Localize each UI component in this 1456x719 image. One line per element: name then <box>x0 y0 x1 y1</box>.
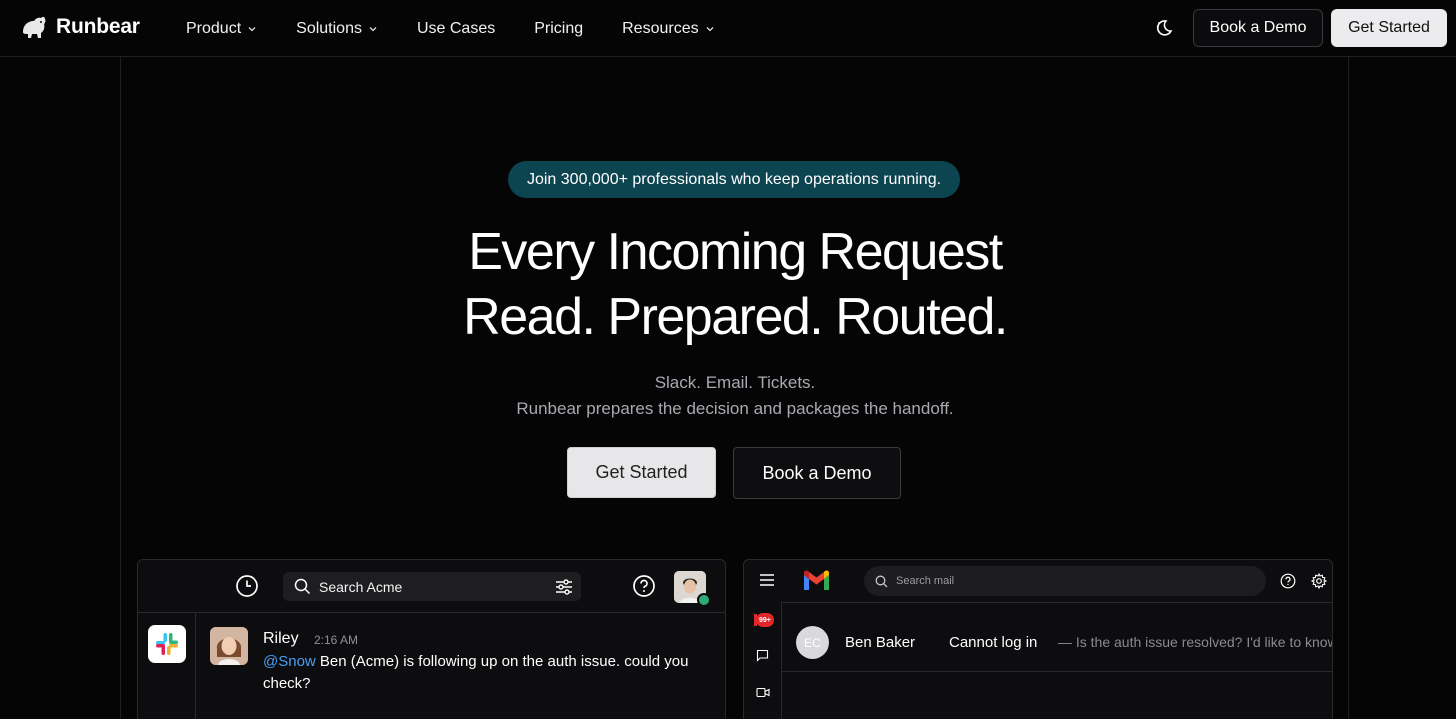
hero-subtitle-line-1: Slack. Email. Tickets. <box>654 373 816 392</box>
nav-product[interactable]: Product <box>186 20 257 38</box>
book-demo-button[interactable]: Book a Demo <box>733 447 901 499</box>
chevron-down-icon <box>248 26 256 31</box>
online-status-dot <box>697 593 711 607</box>
gear-icon[interactable] <box>1311 573 1327 589</box>
top-nav: Runbear Product Solutions Use Cases Pric… <box>0 0 1456 57</box>
gmail-logo-icon[interactable] <box>803 570 830 590</box>
chat-icon[interactable] <box>756 649 769 662</box>
brand-name: Runbear <box>56 15 140 38</box>
get-started-button-nav[interactable]: Get Started <box>1331 9 1447 47</box>
gmail-divider <box>782 602 1332 603</box>
social-proof-pill: Join 300,000+ professionals who keep ope… <box>508 161 960 198</box>
gmail-search-input[interactable]: Search mail <box>864 566 1266 596</box>
bear-logo-icon <box>23 16 46 38</box>
email-subject[interactable]: Cannot log in <box>949 634 1037 651</box>
slack-search-input[interactable]: Search Acme <box>283 572 581 601</box>
chevron-down-icon <box>706 26 714 31</box>
message-mention[interactable]: @Snow <box>263 653 316 670</box>
message-text: @Snow Ben (Acme) is following up on the … <box>263 651 713 695</box>
help-icon[interactable] <box>632 574 656 598</box>
message-author-avatar[interactable] <box>210 627 248 665</box>
gmail-preview-card: Search mail 99+ EC Ben Baker Cannot log … <box>743 559 1333 719</box>
history-clock-icon[interactable] <box>235 574 259 598</box>
email-snippet[interactable]: — Is the auth issue resolved? I'd like t… <box>1058 634 1332 650</box>
slack-logo-icon <box>156 633 178 655</box>
slack-workspace-logo[interactable] <box>148 625 186 663</box>
nav-pricing-label: Pricing <box>534 19 584 37</box>
hero-subtitle-line-2: Runbear prepares the decision and packag… <box>516 399 954 418</box>
slack-preview-card: Search Acme Riley 2:16 AM @Snow Ben (Acm… <box>137 559 726 719</box>
nav-use-cases-label: Use Cases <box>416 19 496 37</box>
nav-product-label: Product <box>186 19 242 37</box>
nav-use-cases[interactable]: Use Cases <box>417 20 495 38</box>
message-time: 2:16 AM <box>314 633 359 647</box>
message-body: Ben (Acme) is following up on the auth i… <box>263 653 689 692</box>
nav-resources-label: Resources <box>622 19 699 37</box>
inbox-unread-badge[interactable]: 99+ <box>756 613 774 627</box>
nav-pricing[interactable]: Pricing <box>534 20 583 38</box>
moon-icon <box>1156 20 1173 36</box>
hero-title-line-2: Read. Prepared. Routed. <box>463 288 1008 346</box>
hero-title-line-1: Every Incoming Request <box>468 223 1003 281</box>
search-icon <box>875 575 888 587</box>
brand-logo[interactable]: Runbear <box>20 13 140 41</box>
nav-solutions-label: Solutions <box>296 19 362 37</box>
search-icon <box>294 578 311 595</box>
user-avatar[interactable] <box>674 571 711 607</box>
get-started-button[interactable]: Get Started <box>567 447 716 498</box>
gmail-search-placeholder: Search mail <box>896 575 955 587</box>
email-sender[interactable]: Ben Baker <box>845 634 915 651</box>
nav-links: Product Solutions Use Cases Pricing Reso… <box>186 0 754 57</box>
slack-rail <box>138 613 196 719</box>
help-icon[interactable] <box>1280 573 1296 589</box>
email-row-divider <box>782 671 1332 672</box>
message-author[interactable]: Riley <box>263 630 299 648</box>
hamburger-menu-icon[interactable] <box>760 574 774 586</box>
email-sender-avatar: EC <box>796 626 829 659</box>
video-camera-icon[interactable] <box>756 687 770 698</box>
nav-resources[interactable]: Resources <box>622 20 714 38</box>
theme-toggle-button[interactable] <box>1151 15 1177 41</box>
slack-search-placeholder: Search Acme <box>319 578 403 595</box>
filter-sliders-icon[interactable] <box>555 578 573 596</box>
chevron-down-icon <box>369 26 377 31</box>
book-demo-button-nav[interactable]: Book a Demo <box>1193 9 1323 47</box>
author-portrait-icon <box>210 627 248 665</box>
nav-solutions[interactable]: Solutions <box>296 20 378 38</box>
